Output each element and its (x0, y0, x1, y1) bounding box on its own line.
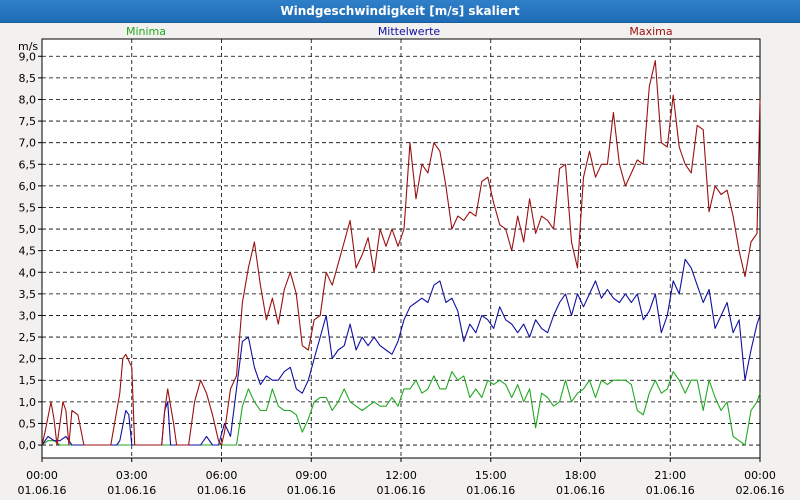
y-tick-label: 2,0 (19, 353, 37, 366)
x-tick-date: 01.06.16 (646, 484, 695, 497)
y-tick-label: 4,0 (19, 266, 37, 279)
y-tick-label: 1,5 (19, 374, 37, 387)
y-tick-label: 8,0 (19, 93, 37, 106)
y-tick-label: 2,5 (19, 331, 37, 344)
legend-mittelwerte: Mittelwerte (378, 25, 441, 38)
y-tick-label: 3,5 (19, 288, 37, 301)
legend-maxima: Maxima (629, 25, 672, 38)
y-tick-label: 6,5 (19, 158, 37, 171)
chart-window: Windgeschwindigkeit [m/s] skaliert 0,0 0,… (0, 0, 800, 500)
y-tick-label: 1,0 (19, 396, 37, 409)
y-tick-label: 5,0 (19, 223, 37, 236)
plot-area (41, 38, 761, 459)
x-tick-date: 01.06.16 (287, 484, 336, 497)
x-tick-time: 00:00 (744, 469, 776, 482)
x-tick-date: 01.06.16 (197, 484, 246, 497)
legend-minima: Minima (126, 25, 166, 38)
y-tick-label: 3,0 (19, 309, 37, 322)
line-chart: 0,0 0,5 1,0 1,5 2,0 2,5 3,0 3,5 4,0 4,5 5,0 5,5 6,0 6… (18, 25, 785, 497)
y-tick-label: 6,0 (19, 180, 37, 193)
y-tick-label: 5,5 (19, 201, 37, 214)
y-tick-label: 7,5 (19, 115, 37, 128)
x-tick-date: 01.06.16 (377, 484, 426, 497)
x-tick-date: 01.06.16 (107, 484, 156, 497)
y-tick-label: 0,0 (19, 439, 37, 452)
y-tick-label: 8,5 (19, 72, 37, 85)
y-axis-label: m/s (18, 40, 38, 53)
x-tick-date: 02.06.16 (736, 484, 785, 497)
x-tick-time: 12:00 (385, 469, 417, 482)
x-tick-time: 06:00 (206, 469, 238, 482)
x-tick-time: 03:00 (116, 469, 148, 482)
x-tick-date: 01.06.16 (556, 484, 605, 497)
x-tick-time: 09:00 (295, 469, 327, 482)
y-tick-label: 7,0 (19, 137, 37, 150)
x-tick-date: 01.06.16 (18, 484, 67, 497)
y-tick-label: 0,5 (19, 417, 37, 430)
window-title: Windgeschwindigkeit [m/s] skaliert (0, 0, 800, 23)
x-tick-time: 15:00 (475, 469, 507, 482)
x-tick-time: 00:00 (26, 469, 58, 482)
x-tick-time: 18:00 (565, 469, 597, 482)
x-tick-time: 21:00 (654, 469, 686, 482)
y-tick-label: 4,5 (19, 245, 37, 258)
x-tick-date: 01.06.16 (466, 484, 515, 497)
